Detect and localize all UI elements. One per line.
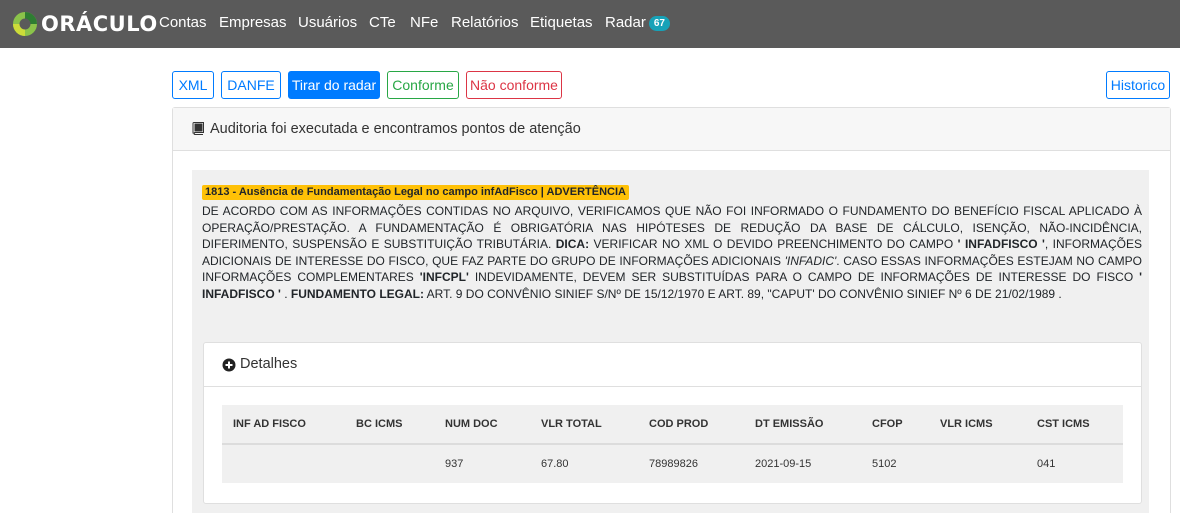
desc-text-6: .: [280, 286, 288, 301]
col-dt-emissao: DT EMISSÃO: [755, 418, 824, 430]
nav-empresas[interactable]: Empresas: [219, 14, 287, 32]
legal-basis-text: ART. 9 DO CONVÊNIO SINIEF S/Nº DE 15/12/…: [423, 286, 1062, 301]
plus-circle-icon: [222, 358, 236, 372]
col-vlr-total: VLR TOTAL: [541, 418, 602, 430]
issue-box: 1813 - Ausência de Fundamentação Legal n…: [192, 170, 1149, 513]
audit-card-header: Auditoria foi executada e encontramos po…: [173, 108, 1170, 151]
cell-num-doc: 937: [445, 458, 464, 470]
details-toggle[interactable]: Detalhes: [204, 343, 1141, 387]
brand-logo[interactable]: ORÁCULO: [12, 10, 158, 38]
field-infcpl: 'infCpl': [419, 270, 469, 284]
danfe-button[interactable]: DANFE: [221, 71, 281, 99]
nav-nfe[interactable]: NFe: [410, 14, 438, 32]
issue-description: De acordo com as informações contidas no…: [202, 203, 1142, 302]
cell-vlr-total: 67.80: [541, 458, 569, 470]
nav-etiquetas[interactable]: Etiquetas: [530, 14, 593, 32]
field-infadic: 'infAdic': [784, 253, 837, 268]
brand-name: ORÁCULO: [41, 12, 158, 36]
col-cfop: CFOP: [872, 418, 903, 430]
issue-title-badge: 1813 - Ausência de Fundamentação Legal n…: [202, 185, 629, 200]
cell-dt-emissao: 2021-09-15: [755, 458, 812, 470]
non-compliant-button[interactable]: Não conforme: [466, 71, 562, 99]
tip-label: DICA:: [555, 237, 590, 251]
compliant-button[interactable]: Conforme: [387, 71, 459, 99]
cell-cfop: 5102: [872, 458, 897, 470]
col-num-doc: NUM DOC: [445, 418, 498, 430]
desc-text-5: indevidamente, devem ser substituídas pa…: [468, 270, 1140, 284]
nav-radar-label: Radar: [605, 14, 646, 31]
col-bc-icms: BC ICMS: [356, 418, 403, 430]
book-icon: [192, 122, 204, 135]
table-header-divider: [222, 443, 1123, 445]
nav-contas[interactable]: Contas: [159, 14, 207, 32]
field-infadfisco-1: ' infAdFisco ': [957, 237, 1045, 251]
col-inf-ad-fisco: INF AD FISCO: [233, 418, 306, 430]
desc-text-2: Verificar no XML o devido preenchimento …: [589, 237, 958, 251]
col-vlr-icms: VLR ICMS: [940, 418, 993, 430]
nav-relatorios[interactable]: Relatórios: [451, 14, 519, 32]
details-table: INF AD FISCO BC ICMS NUM DOC VLR TOTAL C…: [222, 405, 1123, 483]
legal-basis-label: FUNDAMENTO LEGAL:: [290, 286, 424, 301]
col-cod-prod: COD PROD: [649, 418, 709, 430]
details-card: Detalhes INF AD FISCO BC ICMS NUM DOC VL…: [203, 342, 1142, 504]
audit-header-text: Auditoria foi executada e encontramos po…: [210, 121, 581, 137]
nav-radar[interactable]: Radar 67: [605, 14, 670, 32]
audit-card: Auditoria foi executada e encontramos po…: [172, 107, 1171, 513]
col-cst-icms: CST ICMS: [1037, 418, 1090, 430]
oraculo-logo-icon: [13, 12, 37, 36]
history-button[interactable]: Historico: [1106, 71, 1170, 99]
cell-cod-prod: 78989826: [649, 458, 698, 470]
remove-from-radar-button[interactable]: Tirar do radar: [288, 71, 380, 99]
xml-button[interactable]: XML: [172, 71, 214, 99]
cell-cst-icms: 041: [1037, 458, 1056, 470]
nav-usuarios[interactable]: Usuários: [298, 14, 357, 32]
details-label: Detalhes: [240, 356, 298, 372]
radar-count-badge: 67: [648, 16, 670, 31]
nav-cte[interactable]: CTe: [369, 14, 396, 32]
top-navbar: ORÁCULO Contas Empresas Usuários CTe NFe…: [0, 0, 1180, 48]
